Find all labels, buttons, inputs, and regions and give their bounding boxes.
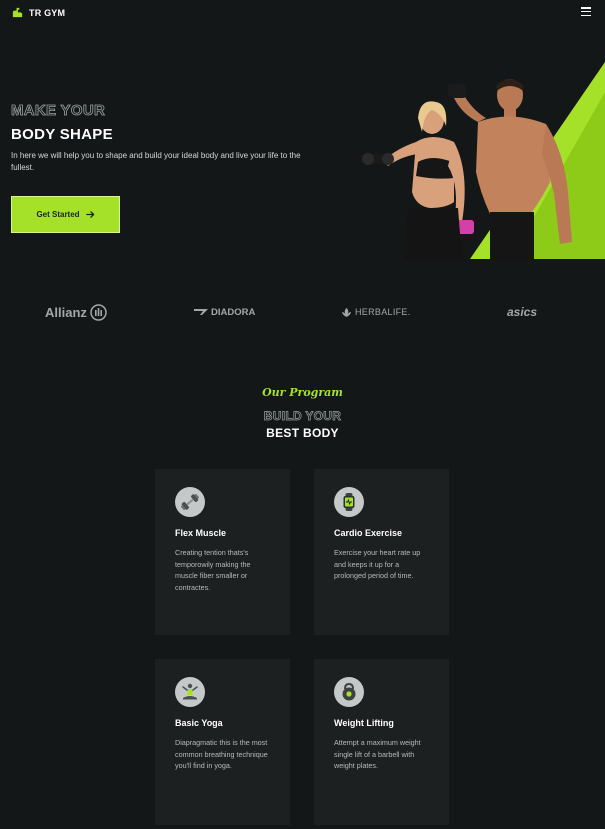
kettlebell-icon	[342, 682, 356, 701]
card-description: Diapragmatic this is the most common bre…	[175, 738, 268, 771]
program-card-cardio-exercise[interactable]: Cardio Exercise Exercise your heart rate…	[314, 469, 449, 635]
hamburger-menu-icon[interactable]	[581, 7, 591, 17]
yoga-pose-icon	[182, 683, 198, 700]
card-description: Creating tention thats's temporowily mak…	[175, 548, 251, 592]
card-title: Weight Lifting	[334, 718, 394, 728]
diadora-mark-icon	[194, 309, 208, 315]
hero-description: In here we will help you to shape and bu…	[11, 151, 301, 172]
fitness-couple-photo	[362, 62, 605, 259]
herbalife-leaf-icon	[342, 307, 351, 317]
fitness-tracker-icon	[343, 493, 355, 511]
program-card-weight-lifting[interactable]: Weight Lifting Attempt a maximum weight …	[314, 659, 449, 825]
card-title: Basic Yoga	[175, 718, 223, 728]
program-card-flex-muscle[interactable]: Flex Muscle Creating tention thats's tem…	[155, 469, 290, 635]
card-title: Flex Muscle	[175, 528, 227, 538]
card-title: Cardio Exercise	[334, 528, 403, 538]
brand-name: TR GYM	[29, 7, 66, 18]
card-description: Attempt a maximum weight single lift of …	[334, 738, 421, 771]
get-started-label: Get Started	[36, 210, 80, 219]
program-kicker: Our Program	[262, 386, 343, 399]
allianz-mark-icon	[90, 303, 107, 321]
card-description: Exercise your heart rate up and keeps it…	[334, 548, 421, 581]
get-started-button[interactable]: Get Started	[11, 196, 120, 233]
program-title: BEST BODY	[266, 426, 339, 440]
header: TR GYM	[0, 0, 605, 26]
arrow-right-icon	[85, 211, 94, 218]
flexed-arm-icon	[12, 7, 23, 18]
program-card-basic-yoga[interactable]: Basic Yoga Diapragmatic this is the most…	[155, 659, 290, 825]
dumbbell-icon	[180, 493, 200, 511]
brand-logo-herbalife: HERBALIFE.	[341, 304, 411, 320]
brand-logo-asics: asics	[507, 305, 538, 319]
brand-logo-allianz: Allianz	[45, 303, 107, 321]
logo[interactable]: TR GYM	[11, 6, 65, 19]
hero-title-outline: MAKE YOUR	[11, 102, 106, 120]
program-title-outline: BUILD YOUR	[263, 409, 342, 424]
brand-logo-diadora: DIADORA	[194, 304, 255, 320]
hero-title: BODY SHAPE	[11, 126, 113, 143]
